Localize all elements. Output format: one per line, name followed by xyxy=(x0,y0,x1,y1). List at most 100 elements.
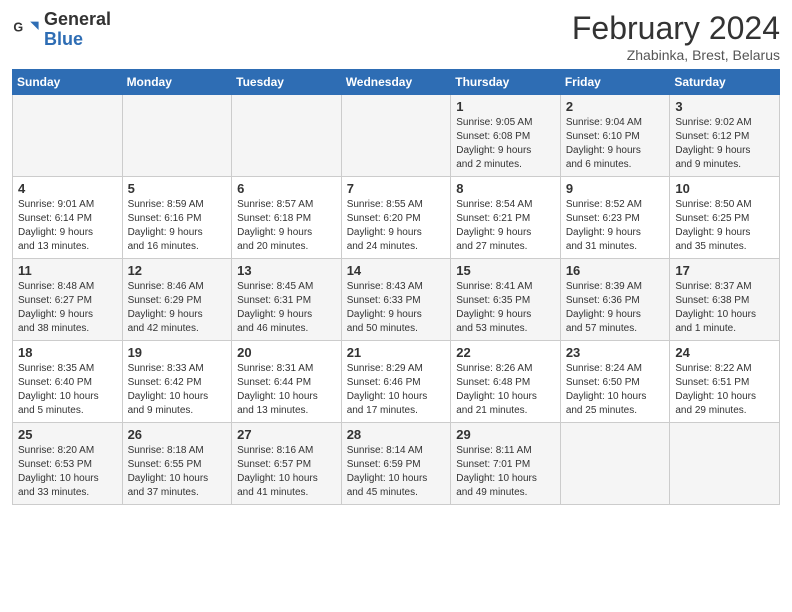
header-day-saturday: Saturday xyxy=(670,70,780,95)
calendar-cell: 2 Sunrise: 9:04 AM Sunset: 6:10 PM Daylig… xyxy=(560,95,670,177)
day-number: 26 xyxy=(128,427,227,442)
day-info: Sunrise: 9:05 AM Sunset: 6:08 PM Dayligh… xyxy=(456,116,555,172)
day-info: Sunrise: 8:54 AM Sunset: 6:21 PM Dayligh… xyxy=(456,198,555,254)
day-number: 27 xyxy=(237,427,336,442)
day-number: 3 xyxy=(675,99,774,114)
day-number: 6 xyxy=(237,181,336,196)
day-info: Sunrise: 9:01 AM Sunset: 6:14 PM Dayligh… xyxy=(18,198,117,254)
day-info: Sunrise: 8:48 AM Sunset: 6:27 PM Dayligh… xyxy=(18,280,117,336)
calendar-cell: 11 Sunrise: 8:48 AM Sunset: 6:27 PM Dayli… xyxy=(13,259,123,341)
day-info: Sunrise: 8:26 AM Sunset: 6:48 PM Dayligh… xyxy=(456,362,555,418)
day-info: Sunrise: 8:29 AM Sunset: 6:46 PM Dayligh… xyxy=(347,362,446,418)
logo-text: General Blue xyxy=(44,10,111,50)
day-number: 18 xyxy=(18,345,117,360)
calendar-week-row: 4Sunrise: 9:01 AM Sunset: 6:14 PM Daylig… xyxy=(13,177,780,259)
day-number: 19 xyxy=(128,345,227,360)
day-info: Sunrise: 8:18 AM Sunset: 6:55 PM Dayligh… xyxy=(128,444,227,500)
header-day-wednesday: Wednesday xyxy=(341,70,451,95)
day-info: Sunrise: 8:50 AM Sunset: 6:25 PM Dayligh… xyxy=(675,198,774,254)
month-title: February 2024 xyxy=(572,10,780,47)
day-info: Sunrise: 8:59 AM Sunset: 6:16 PM Dayligh… xyxy=(128,198,227,254)
day-number: 12 xyxy=(128,263,227,278)
calendar-cell: 5 Sunrise: 8:59 AM Sunset: 6:16 PM Daylig… xyxy=(122,177,232,259)
day-number: 10 xyxy=(675,181,774,196)
day-number: 23 xyxy=(566,345,665,360)
day-info: Sunrise: 8:45 AM Sunset: 6:31 PM Dayligh… xyxy=(237,280,336,336)
day-info: Sunrise: 8:11 AM Sunset: 7:01 PM Dayligh… xyxy=(456,444,555,500)
calendar-cell: 8 Sunrise: 8:54 AM Sunset: 6:21 PM Daylig… xyxy=(451,177,561,259)
calendar-cell: 6 Sunrise: 8:57 AM Sunset: 6:18 PM Daylig… xyxy=(232,177,342,259)
calendar-cell: 27 Sunrise: 8:16 AM Sunset: 6:57 PM Dayli… xyxy=(232,423,342,505)
day-info: Sunrise: 8:22 AM Sunset: 6:51 PM Dayligh… xyxy=(675,362,774,418)
day-info: Sunrise: 8:41 AM Sunset: 6:35 PM Dayligh… xyxy=(456,280,555,336)
day-number: 16 xyxy=(566,263,665,278)
header-day-monday: Monday xyxy=(122,70,232,95)
day-info: Sunrise: 8:14 AM Sunset: 6:59 PM Dayligh… xyxy=(347,444,446,500)
day-info: Sunrise: 8:35 AM Sunset: 6:40 PM Dayligh… xyxy=(18,362,117,418)
calendar-cell: 14Sunrise: 8:43 AM Sunset: 6:33 PM Dayli… xyxy=(341,259,451,341)
header-day-friday: Friday xyxy=(560,70,670,95)
calendar-cell: 23 Sunrise: 8:24 AM Sunset: 6:50 PM Dayli… xyxy=(560,341,670,423)
calendar-cell: 16 Sunrise: 8:39 AM Sunset: 6:36 PM Dayli… xyxy=(560,259,670,341)
day-info: Sunrise: 8:16 AM Sunset: 6:57 PM Dayligh… xyxy=(237,444,336,500)
day-info: Sunrise: 8:57 AM Sunset: 6:18 PM Dayligh… xyxy=(237,198,336,254)
day-info: Sunrise: 9:04 AM Sunset: 6:10 PM Dayligh… xyxy=(566,116,665,172)
header: G General Blue February 2024 Zhabinka, B… xyxy=(12,10,780,63)
calendar-cell: 10 Sunrise: 8:50 AM Sunset: 6:25 PM Dayli… xyxy=(670,177,780,259)
calendar-cell xyxy=(122,95,232,177)
day-info: Sunrise: 8:52 AM Sunset: 6:23 PM Dayligh… xyxy=(566,198,665,254)
calendar-cell: 21 Sunrise: 8:29 AM Sunset: 6:46 PM Dayli… xyxy=(341,341,451,423)
day-number: 29 xyxy=(456,427,555,442)
header-day-sunday: Sunday xyxy=(13,70,123,95)
calendar-cell xyxy=(13,95,123,177)
day-number: 14 xyxy=(347,263,446,278)
day-number: 2 xyxy=(566,99,665,114)
logo-line2: Blue xyxy=(44,30,111,50)
day-number: 21 xyxy=(347,345,446,360)
calendar-cell xyxy=(560,423,670,505)
day-number: 11 xyxy=(18,263,117,278)
calendar-cell: 13 Sunrise: 8:45 AM Sunset: 6:31 PM Dayli… xyxy=(232,259,342,341)
calendar-cell: 25 Sunrise: 8:20 AM Sunset: 6:53 PM Dayli… xyxy=(13,423,123,505)
day-number: 28 xyxy=(347,427,446,442)
calendar-header-row: SundayMondayTuesdayWednesdayThursdayFrid… xyxy=(13,70,780,95)
calendar-cell: 17 Sunrise: 8:37 AM Sunset: 6:38 PM Dayli… xyxy=(670,259,780,341)
calendar-cell: 12Sunrise: 8:46 AM Sunset: 6:29 PM Dayli… xyxy=(122,259,232,341)
logo: G General Blue xyxy=(12,10,111,50)
calendar-week-row: 25 Sunrise: 8:20 AM Sunset: 6:53 PM Dayli… xyxy=(13,423,780,505)
day-info: Sunrise: 8:20 AM Sunset: 6:53 PM Dayligh… xyxy=(18,444,117,500)
day-number: 22 xyxy=(456,345,555,360)
calendar-cell: 26 Sunrise: 8:18 AM Sunset: 6:55 PM Dayli… xyxy=(122,423,232,505)
day-info: Sunrise: 8:37 AM Sunset: 6:38 PM Dayligh… xyxy=(675,280,774,336)
calendar-cell xyxy=(341,95,451,177)
day-number: 25 xyxy=(18,427,117,442)
calendar-cell: 1Sunrise: 9:05 AM Sunset: 6:08 PM Daylig… xyxy=(451,95,561,177)
day-number: 17 xyxy=(675,263,774,278)
calendar-cell: 24 Sunrise: 8:22 AM Sunset: 6:51 PM Dayli… xyxy=(670,341,780,423)
day-number: 20 xyxy=(237,345,336,360)
calendar-table: SundayMondayTuesdayWednesdayThursdayFrid… xyxy=(12,69,780,505)
day-info: Sunrise: 8:33 AM Sunset: 6:42 PM Dayligh… xyxy=(128,362,227,418)
day-number: 5 xyxy=(128,181,227,196)
calendar-cell: 3 Sunrise: 9:02 AM Sunset: 6:12 PM Daylig… xyxy=(670,95,780,177)
day-info: Sunrise: 8:24 AM Sunset: 6:50 PM Dayligh… xyxy=(566,362,665,418)
day-number: 24 xyxy=(675,345,774,360)
calendar-week-row: 1Sunrise: 9:05 AM Sunset: 6:08 PM Daylig… xyxy=(13,95,780,177)
header-day-thursday: Thursday xyxy=(451,70,561,95)
calendar-cell xyxy=(232,95,342,177)
calendar-cell xyxy=(670,423,780,505)
calendar-cell: 15Sunrise: 8:41 AM Sunset: 6:35 PM Dayli… xyxy=(451,259,561,341)
day-number: 9 xyxy=(566,181,665,196)
calendar-cell: 18 Sunrise: 8:35 AM Sunset: 6:40 PM Dayli… xyxy=(13,341,123,423)
day-info: Sunrise: 8:55 AM Sunset: 6:20 PM Dayligh… xyxy=(347,198,446,254)
calendar-cell: 20Sunrise: 8:31 AM Sunset: 6:44 PM Dayli… xyxy=(232,341,342,423)
day-info: Sunrise: 9:02 AM Sunset: 6:12 PM Dayligh… xyxy=(675,116,774,172)
day-number: 13 xyxy=(237,263,336,278)
location: Zhabinka, Brest, Belarus xyxy=(572,47,780,63)
calendar-week-row: 11 Sunrise: 8:48 AM Sunset: 6:27 PM Dayli… xyxy=(13,259,780,341)
day-number: 8 xyxy=(456,181,555,196)
day-number: 7 xyxy=(347,181,446,196)
svg-text:G: G xyxy=(13,20,23,34)
main-container: G General Blue February 2024 Zhabinka, B… xyxy=(0,0,792,513)
day-info: Sunrise: 8:39 AM Sunset: 6:36 PM Dayligh… xyxy=(566,280,665,336)
